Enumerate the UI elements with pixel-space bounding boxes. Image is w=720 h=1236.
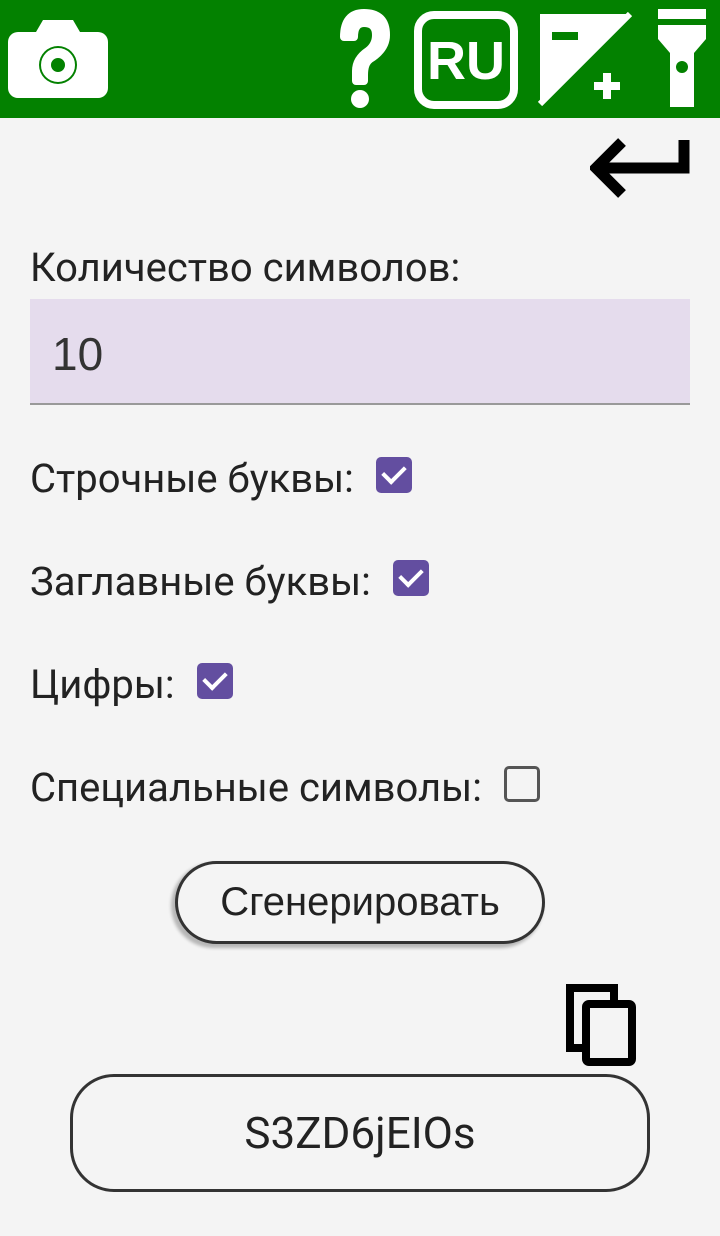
uppercase-row: Заглавные буквы:	[30, 558, 690, 605]
count-input[interactable]	[30, 299, 690, 405]
lowercase-label: Строчные буквы:	[30, 455, 354, 502]
digits-row: Цифры:	[30, 661, 690, 708]
svg-text:RU: RU	[427, 31, 505, 91]
camera-icon[interactable]	[8, 18, 108, 100]
flashlight-icon[interactable]	[652, 7, 712, 111]
digits-label: Цифры:	[30, 661, 175, 708]
copy-icon[interactable]	[566, 984, 640, 1072]
lowercase-checkbox[interactable]	[376, 457, 412, 493]
special-checkbox[interactable]	[504, 766, 540, 802]
back-icon[interactable]	[590, 136, 690, 204]
main-content: Количество символов: Строчные буквы: Заг…	[0, 118, 720, 1192]
uppercase-label: Заглавные буквы:	[30, 558, 371, 605]
generate-button[interactable]: Сгенерировать	[175, 861, 545, 944]
lowercase-row: Строчные буквы:	[30, 455, 690, 502]
digits-checkbox[interactable]	[197, 663, 233, 699]
language-icon[interactable]: RU	[414, 9, 518, 109]
count-label: Количество символов:	[30, 244, 690, 291]
exposure-icon[interactable]	[538, 12, 632, 106]
special-label: Специальные символы:	[30, 764, 482, 811]
help-icon[interactable]	[334, 9, 394, 109]
uppercase-checkbox[interactable]	[393, 560, 429, 596]
special-row: Специальные символы:	[30, 764, 690, 811]
result-output[interactable]: S3ZD6jEIOs	[70, 1074, 650, 1192]
top-toolbar: RU	[0, 0, 720, 118]
